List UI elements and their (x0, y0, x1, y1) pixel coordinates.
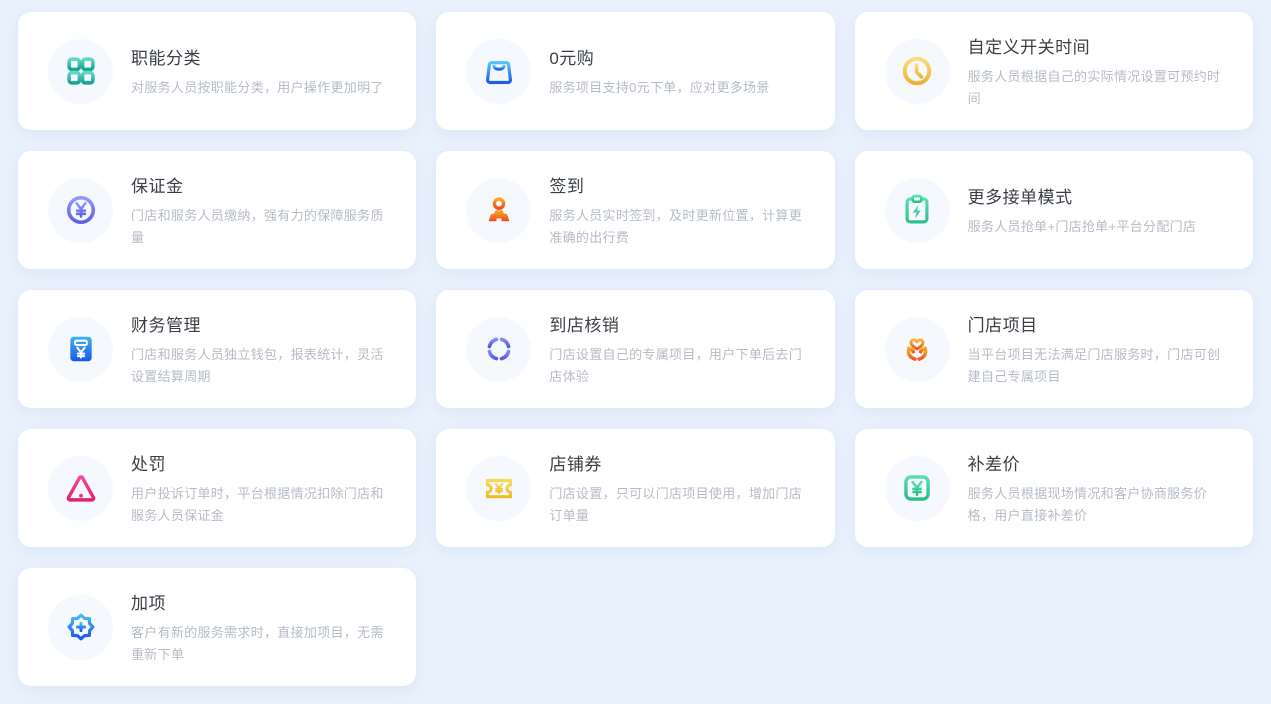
feature-card-zero-yuan-purchase: 0元购 服务项目支持0元下单，应对更多场景 (436, 12, 834, 130)
feature-card-store-verification: 到店核销 门店设置自己的专属项目，用户下单后去门店体验 (436, 290, 834, 408)
yuan-square-icon (898, 469, 936, 507)
card-desc: 服务人员根据现场情况和客户协商服务价格，用户直接补差价 (968, 483, 1227, 525)
card-desc: 服务人员实时签到，及时更新位置，计算更准确的出行费 (549, 205, 808, 247)
feature-grid: 职能分类 对服务人员按职能分类，用户操作更加明了 0元购 服务项目支持0元下单，… (0, 0, 1271, 702)
card-desc: 门店和服务人员独立钱包，报表统计，灵活设置结算周期 (131, 344, 390, 386)
card-desc: 对服务人员按职能分类，用户操作更加明了 (131, 77, 384, 98)
card-desc: 客户有新的服务需求时，直接加项目，无需重新下单 (131, 622, 390, 664)
card-title: 处罚 (131, 450, 390, 475)
card-desc: 服务人员抢单+门店抢单+平台分配门店 (968, 216, 1197, 237)
card-title: 补差价 (968, 450, 1227, 475)
icon-circle (885, 39, 950, 104)
icon-circle (885, 317, 950, 382)
clock-icon (898, 52, 936, 90)
warning-triangle-icon (62, 469, 100, 507)
location-pin-icon (480, 191, 518, 229)
card-title: 职能分类 (131, 44, 384, 69)
feature-card-function-category: 职能分类 对服务人员按职能分类，用户操作更加明了 (18, 12, 416, 130)
feature-card-custom-schedule: 自定义开关时间 服务人员根据自己的实际情况设置可预约时间 (855, 12, 1253, 130)
atm-icon (62, 330, 100, 368)
card-title: 签到 (549, 172, 808, 197)
card-title: 0元购 (549, 44, 769, 69)
icon-circle (48, 178, 113, 243)
card-title: 保证金 (131, 172, 390, 197)
scan-icon (480, 330, 518, 368)
card-desc: 门店和服务人员缴纳，强有力的保障服务质量 (131, 205, 390, 247)
feature-card-finance: 财务管理 门店和服务人员独立钱包，报表统计，灵活设置结算周期 (18, 290, 416, 408)
feature-card-order-modes: 更多接单模式 服务人员抢单+门店抢单+平台分配门店 (855, 151, 1253, 269)
card-desc: 当平台项目无法满足门店服务时，门店可创建自己专属项目 (968, 344, 1227, 386)
card-title: 更多接单模式 (968, 183, 1197, 208)
card-title: 到店核销 (549, 311, 808, 336)
feature-card-price-difference: 补差价 服务人员根据现场情况和客户协商服务价格，用户直接补差价 (855, 429, 1253, 547)
feature-card-store-projects: 门店项目 当平台项目无法满足门店服务时，门店可创建自己专属项目 (855, 290, 1253, 408)
card-title: 自定义开关时间 (968, 33, 1227, 58)
badge-plus-icon (62, 608, 100, 646)
shopping-bag-icon (480, 52, 518, 90)
clipboard-bolt-icon (898, 191, 936, 229)
card-title: 门店项目 (968, 311, 1227, 336)
card-desc: 服务项目支持0元下单，应对更多场景 (549, 77, 769, 98)
hands-heart-icon (898, 330, 936, 368)
icon-circle (885, 456, 950, 521)
card-desc: 服务人员根据自己的实际情况设置可预约时间 (968, 66, 1227, 108)
coin-yuan-icon (62, 191, 100, 229)
feature-card-penalty: 处罚 用户投诉订单时，平台根据情况扣除门店和服务人员保证金 (18, 429, 416, 547)
card-desc: 门店设置，只可以门店项目使用，增加门店订单量 (549, 483, 808, 525)
icon-circle (466, 456, 531, 521)
coupon-icon (480, 469, 518, 507)
icon-circle (48, 456, 113, 521)
grid-icon (62, 52, 100, 90)
icon-circle (466, 39, 531, 104)
card-title: 财务管理 (131, 311, 390, 336)
icon-circle (48, 595, 113, 660)
feature-card-check-in: 签到 服务人员实时签到，及时更新位置，计算更准确的出行费 (436, 151, 834, 269)
feature-card-add-item: 加项 客户有新的服务需求时，直接加项目，无需重新下单 (18, 568, 416, 686)
icon-circle (48, 317, 113, 382)
icon-circle (885, 178, 950, 243)
icon-circle (466, 317, 531, 382)
card-title: 店铺券 (549, 450, 808, 475)
feature-card-store-coupon: 店铺券 门店设置，只可以门店项目使用，增加门店订单量 (436, 429, 834, 547)
card-desc: 门店设置自己的专属项目，用户下单后去门店体验 (549, 344, 808, 386)
icon-circle (48, 39, 113, 104)
card-title: 加项 (131, 589, 390, 614)
icon-circle (466, 178, 531, 243)
card-desc: 用户投诉订单时，平台根据情况扣除门店和服务人员保证金 (131, 483, 390, 525)
feature-card-deposit: 保证金 门店和服务人员缴纳，强有力的保障服务质量 (18, 151, 416, 269)
